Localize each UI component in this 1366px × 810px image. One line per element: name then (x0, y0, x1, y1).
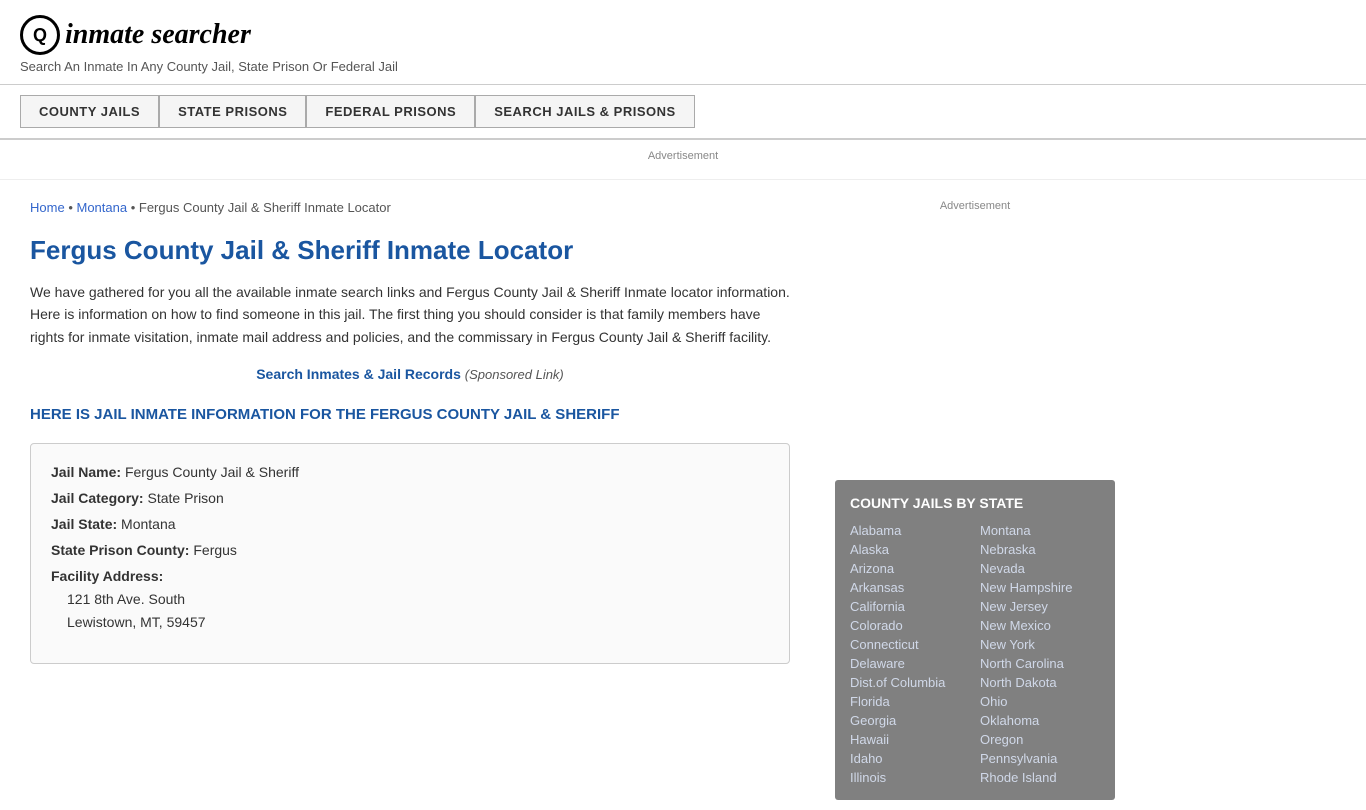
address-line2: Lewistown, MT, 59457 (67, 611, 769, 633)
main-layout: Home • Montana • Fergus County Jail & Sh… (0, 180, 1366, 810)
state-link[interactable]: New Hampshire (980, 580, 1100, 595)
state-list-box: COUNTY JAILS BY STATE Alabama Alaska Arizo… (835, 480, 1115, 800)
state-col1: Alabama Alaska Arizona Arkansas California Co… (850, 523, 970, 785)
state-link[interactable]: Dist.of Columbia (850, 675, 970, 690)
jail-county-value: Fergus (193, 542, 237, 558)
jail-county-label: State Prison County: (51, 542, 189, 558)
description: We have gathered for you all the availab… (30, 281, 790, 348)
breadcrumb-state[interactable]: Montana (76, 200, 127, 215)
state-link[interactable]: Nevada (980, 561, 1100, 576)
state-link[interactable]: Illinois (850, 770, 970, 785)
jail-county-row: State Prison County: Fergus (51, 542, 769, 558)
state-link[interactable]: Delaware (850, 656, 970, 671)
state-link[interactable]: California (850, 599, 970, 614)
breadcrumb: Home • Montana • Fergus County Jail & Sh… (30, 200, 790, 215)
page-title: Fergus County Jail & Sheriff Inmate Loca… (30, 235, 790, 266)
ad-label: Advertisement (648, 150, 718, 162)
nav-federal-prisons[interactable]: FEDERAL PRISONS (306, 95, 475, 128)
tagline: Search An Inmate In Any County Jail, Sta… (20, 59, 1346, 74)
state-col2: Montana Nebraska Nevada New Hampshire New Je… (980, 523, 1100, 785)
state-link[interactable]: Alabama (850, 523, 970, 538)
jail-name-row: Jail Name: Fergus County Jail & Sheriff (51, 464, 769, 480)
ad-banner: Advertisement (0, 140, 1366, 180)
sidebar: Advertisement COUNTY JAILS BY STATE Alab… (820, 180, 1130, 810)
jail-info-box: Jail Name: Fergus County Jail & Sheriff … (30, 443, 790, 664)
state-link[interactable]: New Mexico (980, 618, 1100, 633)
state-link[interactable]: Colorado (850, 618, 970, 633)
nav-bar: COUNTY JAILS STATE PRISONS FEDERAL PRISO… (0, 85, 1366, 140)
address-block: 121 8th Ave. South Lewistown, MT, 59457 (51, 588, 769, 633)
content-area: Home • Montana • Fergus County Jail & Sh… (0, 180, 820, 810)
state-link[interactable]: Arizona (850, 561, 970, 576)
state-link[interactable]: Georgia (850, 713, 970, 728)
state-link[interactable]: New Jersey (980, 599, 1100, 614)
state-link[interactable]: North Carolina (980, 656, 1100, 671)
info-heading: HERE IS JAIL INMATE INFORMATION FOR THE … (30, 404, 790, 425)
state-link[interactable]: Ohio (980, 694, 1100, 709)
state-list-title: COUNTY JAILS BY STATE (850, 495, 1100, 511)
logo-area: Q inmate searcher (20, 15, 1346, 55)
jail-state-label: Jail State: (51, 516, 117, 532)
state-link[interactable]: Pennsylvania (980, 751, 1100, 766)
jail-state-row: Jail State: Montana (51, 516, 769, 532)
jail-category-value: State Prison (147, 490, 223, 506)
nav-search-jails[interactable]: SEARCH JAILS & PRISONS (475, 95, 694, 128)
state-link[interactable]: Connecticut (850, 637, 970, 652)
state-link[interactable]: Montana (980, 523, 1100, 538)
logo-text: inmate searcher (65, 19, 251, 51)
state-link[interactable]: Oregon (980, 732, 1100, 747)
state-link[interactable]: Idaho (850, 751, 970, 766)
nav-state-prisons[interactable]: STATE PRISONS (159, 95, 306, 128)
breadcrumb-current: Fergus County Jail & Sheriff Inmate Loca… (139, 200, 391, 215)
breadcrumb-home[interactable]: Home (30, 200, 65, 215)
search-link-area: Search Inmates & Jail Records (Sponsored… (30, 366, 790, 382)
header: Q inmate searcher Search An Inmate In An… (0, 0, 1366, 85)
state-columns: Alabama Alaska Arizona Arkansas California Co… (850, 523, 1100, 785)
state-link[interactable]: Florida (850, 694, 970, 709)
jail-name-label: Jail Name: (51, 464, 121, 480)
state-link[interactable]: North Dakota (980, 675, 1100, 690)
state-link[interactable]: Arkansas (850, 580, 970, 595)
state-link[interactable]: Rhode Island (980, 770, 1100, 785)
state-link[interactable]: Nebraska (980, 542, 1100, 557)
logo-icon: Q (20, 15, 60, 55)
state-link[interactable]: Alaska (850, 542, 970, 557)
jail-address-label: Facility Address: (51, 568, 769, 584)
search-inmates-link[interactable]: Search Inmates & Jail Records (256, 366, 461, 382)
sidebar-ad: Advertisement (835, 190, 1115, 470)
jail-state-value: Montana (121, 516, 175, 532)
jail-category-row: Jail Category: State Prison (51, 490, 769, 506)
jail-address-row: Facility Address: 121 8th Ave. South Lew… (51, 568, 769, 633)
state-link[interactable]: New York (980, 637, 1100, 652)
state-link[interactable]: Oklahoma (980, 713, 1100, 728)
jail-category-label: Jail Category: (51, 490, 144, 506)
jail-name-value: Fergus County Jail & Sheriff (125, 464, 299, 480)
address-line1: 121 8th Ave. South (67, 588, 769, 610)
nav-county-jails[interactable]: COUNTY JAILS (20, 95, 159, 128)
state-link[interactable]: Hawaii (850, 732, 970, 747)
sidebar-ad-label: Advertisement (940, 200, 1010, 212)
